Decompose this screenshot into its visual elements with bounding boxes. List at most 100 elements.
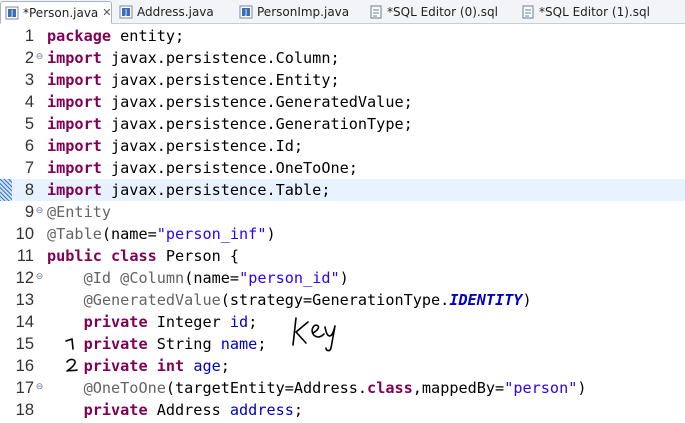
code-token: @OneToOne xyxy=(83,379,166,397)
close-icon[interactable]: ✕ xyxy=(102,7,111,18)
tab-0[interactable]: J *Person.java ✕ xyxy=(0,1,112,24)
code-token: "person_id" xyxy=(239,269,340,287)
code-token: import xyxy=(47,93,102,111)
code-token: "person_inf" xyxy=(156,225,267,243)
code-token: @Id xyxy=(83,269,112,287)
code-line[interactable]: 10 @Table(name="person_inf") xyxy=(0,223,685,245)
code-token: ) xyxy=(522,291,532,309)
code-token: ) xyxy=(266,225,276,243)
line-number: 1 xyxy=(24,27,34,45)
code-token: javax.persistence.Id; xyxy=(101,137,304,155)
code-text: private Integer id; xyxy=(47,311,258,333)
code-line[interactable]: 3 import javax.persistence.Entity; xyxy=(0,69,685,91)
code-text: @Id @Column(name="person_id") xyxy=(47,267,349,289)
code-token: import xyxy=(47,115,102,133)
code-text: import javax.persistence.Id; xyxy=(47,135,303,157)
code-token: javax.persistence.Column; xyxy=(101,49,340,67)
code-token: (name= xyxy=(101,225,157,243)
code-token: ,mappedBy= xyxy=(412,379,505,397)
svg-text:J: J xyxy=(10,9,13,18)
code-text: private Address address; xyxy=(47,399,303,421)
line-number: 17 xyxy=(15,379,34,397)
code-line[interactable]: 7 import javax.persistence.OneToOne; xyxy=(0,157,685,179)
line-number: 16 xyxy=(15,357,34,375)
code-line[interactable]: 6 import javax.persistence.Id; xyxy=(0,135,685,157)
java-file-icon: J xyxy=(239,5,253,19)
line-number: 11 xyxy=(16,247,34,265)
fold-toggle-icon[interactable]: ⊖ xyxy=(35,273,44,282)
code-token: import xyxy=(47,181,102,199)
sql-file-icon xyxy=(522,5,534,19)
code-line[interactable]: 1 package entity; xyxy=(0,25,685,47)
code-token: private xyxy=(83,401,148,419)
code-text: import javax.persistence.Entity; xyxy=(47,69,340,91)
code-token: private xyxy=(83,357,148,375)
code-line[interactable]: 5 import javax.persistence.GenerationType… xyxy=(0,113,685,135)
code-line[interactable]: 14 private Integer id; xyxy=(0,311,685,333)
code-token: private xyxy=(83,335,148,353)
code-line[interactable]: 13 @GeneratedValue(strategy=GenerationTy… xyxy=(0,289,685,311)
code-token: "person" xyxy=(504,379,578,397)
tab-1[interactable]: J Address.java xyxy=(115,1,219,23)
fold-toggle-icon[interactable]: ⊖ xyxy=(35,207,44,216)
code-token: @Table xyxy=(47,225,102,243)
code-token: ; xyxy=(248,313,258,331)
code-token: (name= xyxy=(184,269,240,287)
code-token: int xyxy=(156,357,185,375)
code-editor[interactable]: 1 package entity; 2 ⊖ import javax.persisten… xyxy=(0,24,685,423)
line-number: 5 xyxy=(24,115,34,133)
code-token: ) xyxy=(339,269,349,287)
code-token: id xyxy=(229,313,249,331)
code-token: (targetEntity=Address. xyxy=(165,379,368,397)
fold-toggle-icon[interactable]: ⊖ xyxy=(35,53,44,62)
code-text: import javax.persistence.Column; xyxy=(47,47,340,69)
code-text: public class Person { xyxy=(47,245,239,267)
code-token: Integer xyxy=(147,313,230,331)
code-line[interactable]: 9 ⊖ @Entity xyxy=(0,201,685,223)
code-token: import xyxy=(47,71,102,89)
code-token: javax.persistence.Table; xyxy=(101,181,331,199)
code-text: private String name; xyxy=(47,333,267,355)
line-number: 7 xyxy=(24,159,34,177)
code-token: @GeneratedValue xyxy=(83,291,221,309)
line-number: 8 xyxy=(24,181,34,199)
tab-2[interactable]: J PersonImp.java xyxy=(235,1,350,23)
code-token: javax.persistence.GenerationType; xyxy=(101,115,413,133)
code-line[interactable]: 18 private Address address; xyxy=(0,399,685,421)
java-file-icon: J xyxy=(119,5,133,19)
code-line[interactable]: 12 ⊖ @Id @Column(name="person_id") xyxy=(0,267,685,289)
code-line[interactable]: 8 import javax.persistence.Table; xyxy=(0,179,685,201)
code-line[interactable]: 16 private int age; xyxy=(0,355,685,377)
code-token: public xyxy=(47,247,102,265)
code-token: javax.persistence.GeneratedValue; xyxy=(101,93,413,111)
svg-text:J: J xyxy=(124,8,127,17)
line-number: 10 xyxy=(15,225,34,243)
tab-label: *SQL Editor (0).sql xyxy=(387,5,498,19)
code-token: IDENTITY xyxy=(449,291,523,309)
code-text: import javax.persistence.OneToOne; xyxy=(47,157,358,179)
fold-toggle-icon[interactable]: ⊖ xyxy=(35,383,44,392)
tab-label: *Person.java xyxy=(23,5,99,20)
code-line[interactable]: 15 private String name; xyxy=(0,333,685,355)
code-token: age xyxy=(193,357,221,375)
code-token: name xyxy=(220,335,258,353)
tab-4[interactable]: *SQL Editor (1).sql xyxy=(517,1,650,23)
code-token: @Column xyxy=(120,269,185,287)
code-token: ) xyxy=(577,379,587,397)
code-token: package xyxy=(47,27,112,45)
code-line[interactable]: 2 ⊖ import javax.persistence.Column; xyxy=(0,47,685,69)
line-number: 18 xyxy=(15,401,34,419)
code-line[interactable]: 11 public class Person { xyxy=(0,245,685,267)
tab-3[interactable]: *SQL Editor (0).sql xyxy=(365,1,503,23)
code-token: class xyxy=(367,379,413,397)
code-line[interactable]: 17 ⊖ @OneToOne(targetEntity=Address.class… xyxy=(0,377,685,399)
code-line[interactable]: 4 import javax.persistence.GeneratedValue… xyxy=(0,91,685,113)
